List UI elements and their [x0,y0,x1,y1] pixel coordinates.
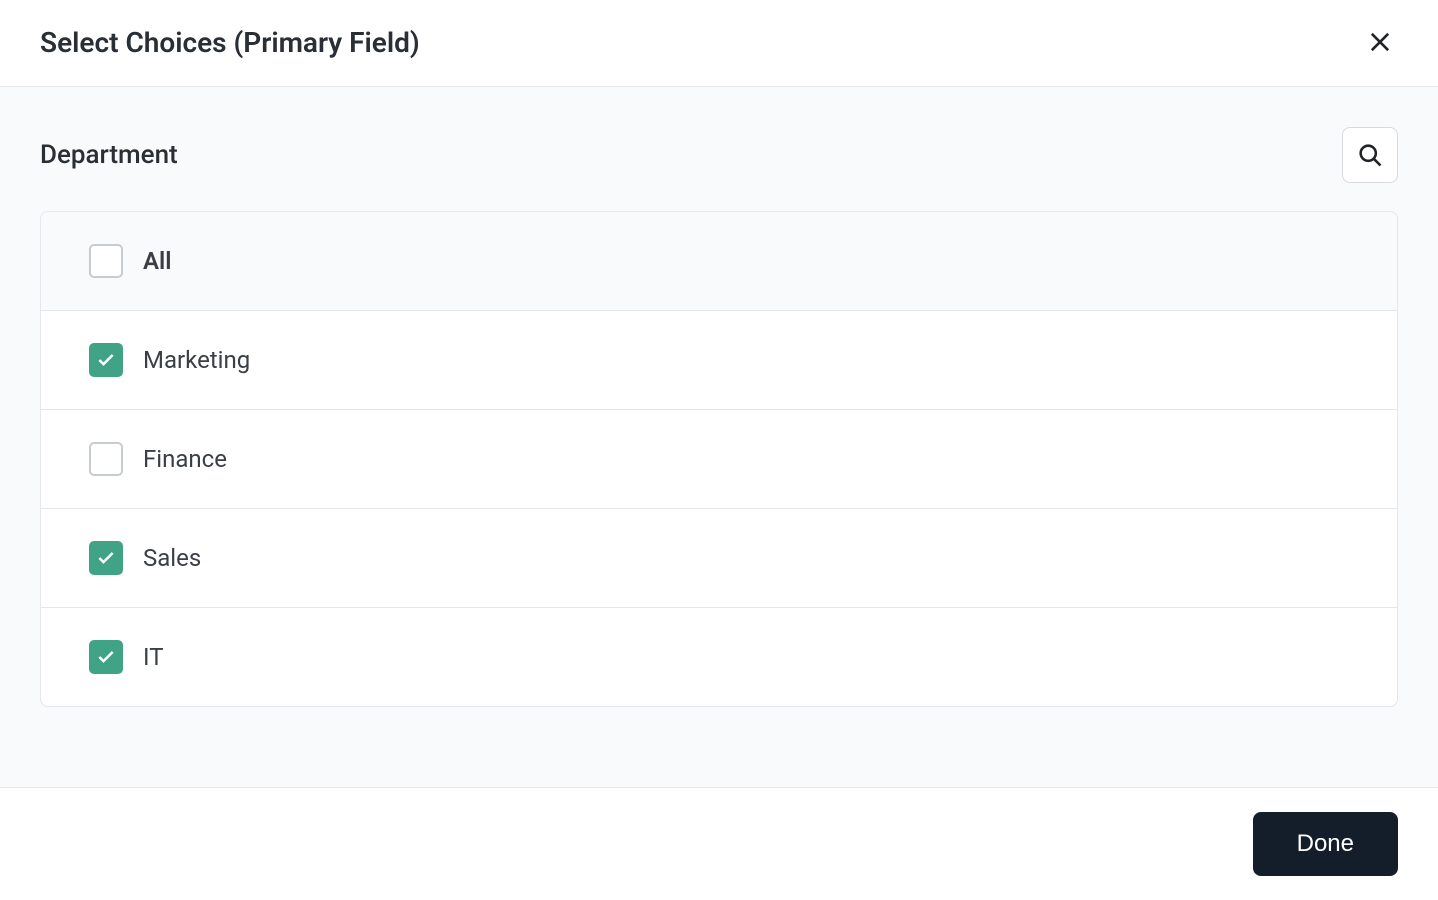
choice-label: Marketing [143,346,250,374]
modal-body: Department All [0,87,1438,788]
checkbox-it[interactable] [89,640,123,674]
choice-label: IT [143,643,164,671]
choice-label: Finance [143,445,227,473]
checkbox-finance[interactable] [89,442,123,476]
check-icon [96,647,116,667]
choice-row[interactable]: IT [41,608,1397,706]
choice-row-all[interactable]: All [41,212,1397,311]
modal-header: Select Choices (Primary Field) [0,0,1438,87]
checkbox-all[interactable] [89,244,123,278]
choice-label: Sales [143,544,201,572]
field-header: Department [40,127,1398,183]
checkbox-marketing[interactable] [89,343,123,377]
close-button[interactable] [1362,24,1398,60]
checkbox-sales[interactable] [89,541,123,575]
modal-title: Select Choices (Primary Field) [40,26,420,59]
choice-list: All Marketing Finance [40,211,1398,707]
choice-row[interactable]: Finance [41,410,1397,509]
select-choices-modal: Select Choices (Primary Field) Departmen… [0,0,1438,900]
close-icon [1366,28,1394,56]
choice-row[interactable]: Marketing [41,311,1397,410]
check-icon [96,350,116,370]
search-button[interactable] [1342,127,1398,183]
search-icon [1356,141,1384,169]
done-button[interactable]: Done [1253,812,1398,876]
choice-row[interactable]: Sales [41,509,1397,608]
field-label: Department [40,140,178,170]
modal-footer: Done [0,788,1438,900]
check-icon [96,548,116,568]
choice-label: All [143,247,172,275]
